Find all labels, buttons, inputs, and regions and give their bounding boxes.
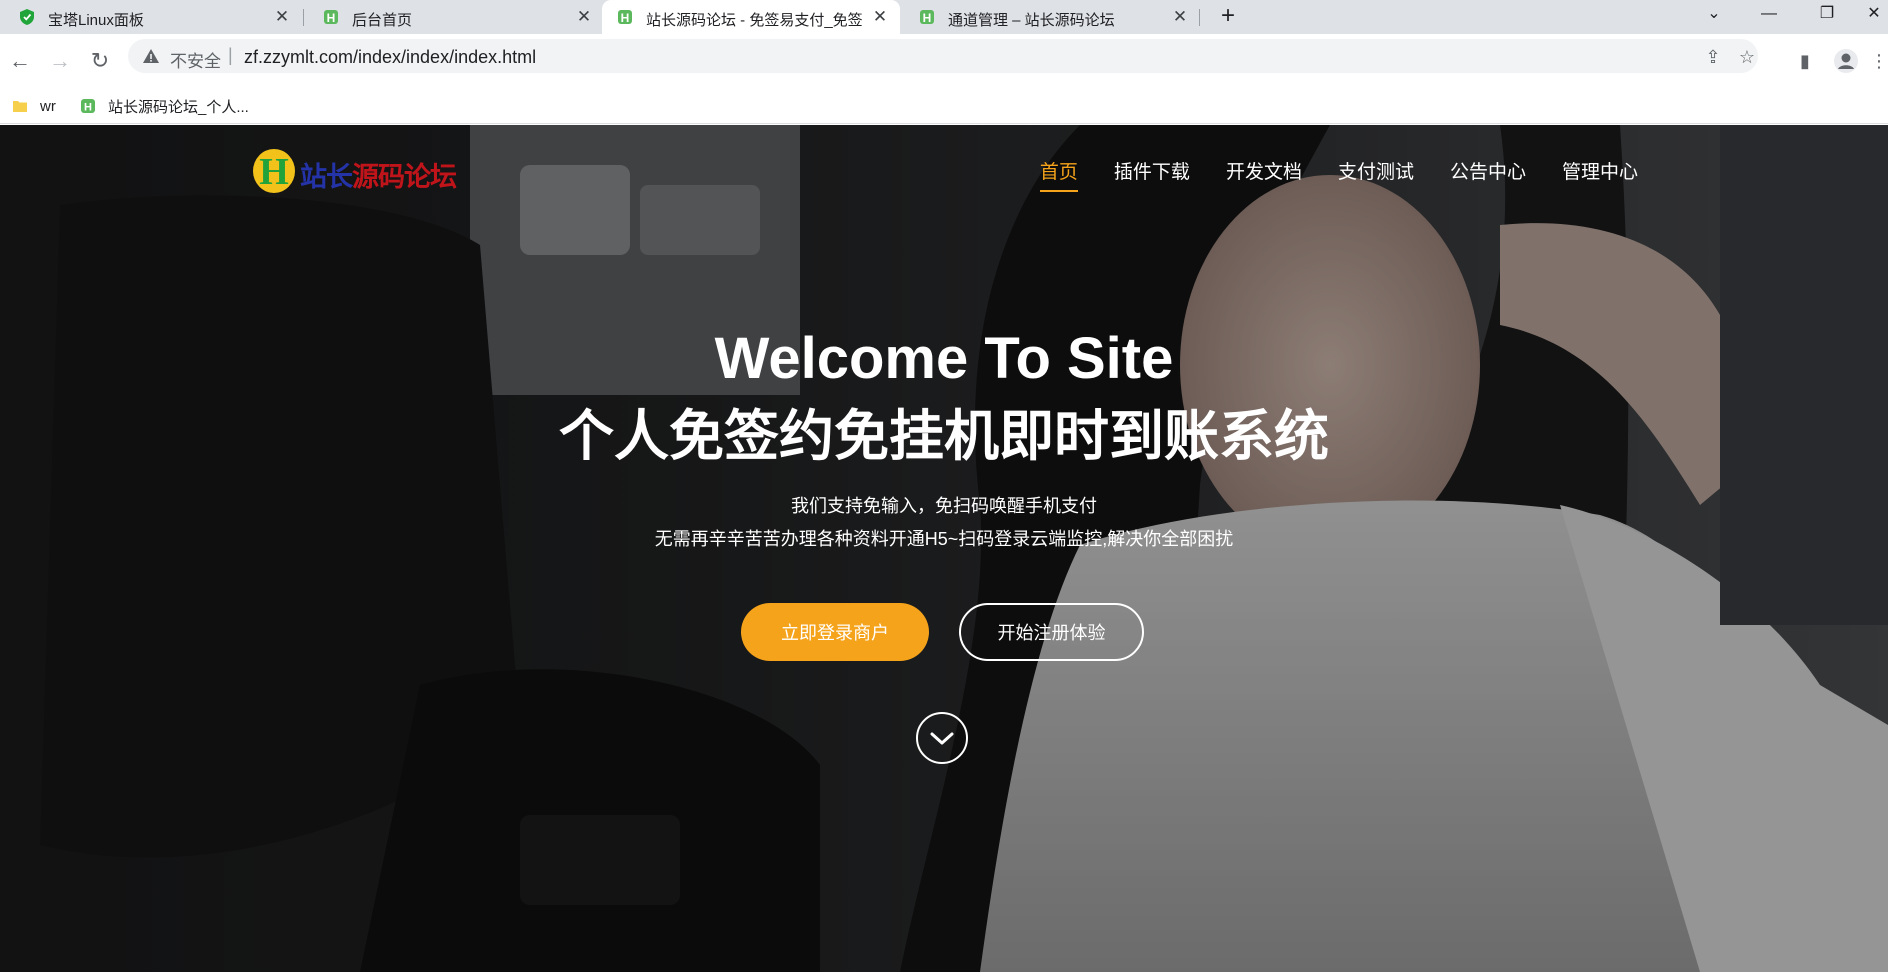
tab-divider xyxy=(1199,9,1200,26)
tab-title: 后台首页 xyxy=(352,12,413,29)
bookmarks-bar: wr H 站长源码论坛_个人... xyxy=(0,88,1888,124)
minimize-icon[interactable]: — xyxy=(1745,0,1793,30)
site-logo[interactable]: H 站长源码论坛 xyxy=(252,145,457,197)
svg-text:H: H xyxy=(84,102,92,114)
nav-admin-center[interactable]: 管理中心 xyxy=(1562,157,1638,192)
nav-payment-test[interactable]: 支付测试 xyxy=(1338,157,1414,192)
folder-icon xyxy=(13,101,27,112)
bookmark-folder-wr[interactable]: wr xyxy=(12,94,56,118)
site-favicon-icon: H xyxy=(618,10,632,25)
svg-text:H: H xyxy=(923,11,932,25)
tab-baota[interactable]: 宝塔Linux面板 ✕ xyxy=(0,0,300,34)
svg-text:H: H xyxy=(327,11,336,25)
tab-admin-home[interactable]: H 后台首页 ✕ xyxy=(304,0,602,34)
menu-kebab-icon[interactable]: ⋮ xyxy=(1870,48,1888,74)
close-icon[interactable]: ✕ xyxy=(272,7,292,27)
url-text[interactable]: zf.zzymlt.com/index/index/index.html xyxy=(244,47,536,68)
back-arrow-icon[interactable]: ← xyxy=(2,43,38,79)
nav-home[interactable]: 首页 xyxy=(1039,157,1078,192)
tab-title: 宝塔Linux面板 xyxy=(48,12,144,29)
tab-current[interactable]: H 站长源码论坛 - 免签易支付_免签 ✕ xyxy=(602,0,900,34)
nav-announcements[interactable]: 公告中心 xyxy=(1450,157,1526,192)
tab-strip: 宝塔Linux面板 ✕ H 后台首页 ✕ H 站长源码论坛 - 免签易支付_免签… xyxy=(0,0,1888,34)
logo-text: 站长源码论坛 xyxy=(300,162,457,192)
site-favicon-icon: H xyxy=(81,99,95,114)
bookmark-label: 站长源码论坛_个人... xyxy=(108,98,249,116)
security-label[interactable]: 不安全 xyxy=(170,47,221,72)
register-button[interactable]: 开始注册体验 xyxy=(959,603,1144,661)
site-favicon-icon: H xyxy=(920,10,934,25)
logo-h-icon: H xyxy=(253,149,295,193)
side-panel-icon[interactable]: ▮ xyxy=(1792,48,1818,74)
chevron-down-icon xyxy=(930,732,954,745)
new-tab-plus-icon[interactable]: + xyxy=(1204,2,1252,32)
main-nav: 首页 插件下载 开发文档 支付测试 公告中心 管理中心 xyxy=(1004,157,1638,192)
tab-channel-manage[interactable]: H 通道管理 – 站长源码论坛 ✕ xyxy=(900,0,1198,34)
reload-icon[interactable]: ↻ xyxy=(82,43,118,79)
hero-subtitle-line1: 我们支持免输入，免扫码唤醒手机支付 xyxy=(791,496,1097,516)
hero-subtitle-line2: 无需再辛辛苦苦办理各种资料开通H5~扫码登录云端监控,解决你全部困扰 xyxy=(654,529,1234,549)
site-favicon-icon: H xyxy=(324,10,338,25)
forward-arrow-icon[interactable]: → xyxy=(42,43,78,79)
bookmark-star-icon[interactable]: ☆ xyxy=(1736,46,1758,68)
web-page: H 站长源码论坛 首页 插件下载 开发文档 支付测试 公告中心 管理中心 Wel… xyxy=(0,125,1888,972)
hero-headline: 个人免签约免挂机即时到账系统 xyxy=(558,405,1329,467)
bookmark-label: wr xyxy=(40,97,56,115)
bookmark-site[interactable]: H 站长源码论坛_个人... xyxy=(80,94,249,118)
nav-plugin-download[interactable]: 插件下载 xyxy=(1114,157,1190,192)
nav-dev-docs[interactable]: 开发文档 xyxy=(1226,157,1302,192)
tab-title: 站长源码论坛 - 免签易支付_免签 xyxy=(646,12,863,29)
close-icon[interactable]: ✕ xyxy=(1170,7,1190,27)
share-icon[interactable]: ⇪ xyxy=(1702,46,1724,68)
svg-text:H: H xyxy=(621,11,630,25)
close-icon[interactable]: ✕ xyxy=(870,7,890,27)
svg-text:H: H xyxy=(259,151,289,193)
scroll-down-button[interactable] xyxy=(916,712,968,764)
close-icon[interactable]: ✕ xyxy=(574,7,594,27)
browser-toolbar: ← → ↻ 不安全 | zf.zzymlt.com/index/index/in… xyxy=(0,34,1888,88)
security-divider: | xyxy=(228,45,233,65)
hero-title: Welcome To Site xyxy=(714,326,1174,391)
login-merchant-button[interactable]: 立即登录商户 xyxy=(741,603,929,661)
tab-search-chevron-icon[interactable]: ⌄ xyxy=(1690,0,1738,30)
shield-favicon-icon xyxy=(20,9,34,25)
restore-icon[interactable]: ❐ xyxy=(1803,0,1851,30)
warning-triangle-icon[interactable] xyxy=(142,47,160,65)
window-close-icon[interactable]: ✕ xyxy=(1850,0,1888,30)
profile-avatar-icon[interactable] xyxy=(1833,48,1859,74)
address-bar[interactable]: 不安全 | zf.zzymlt.com/index/index/index.ht… xyxy=(128,39,1758,73)
tab-title: 通道管理 – 站长源码论坛 xyxy=(948,12,1115,29)
